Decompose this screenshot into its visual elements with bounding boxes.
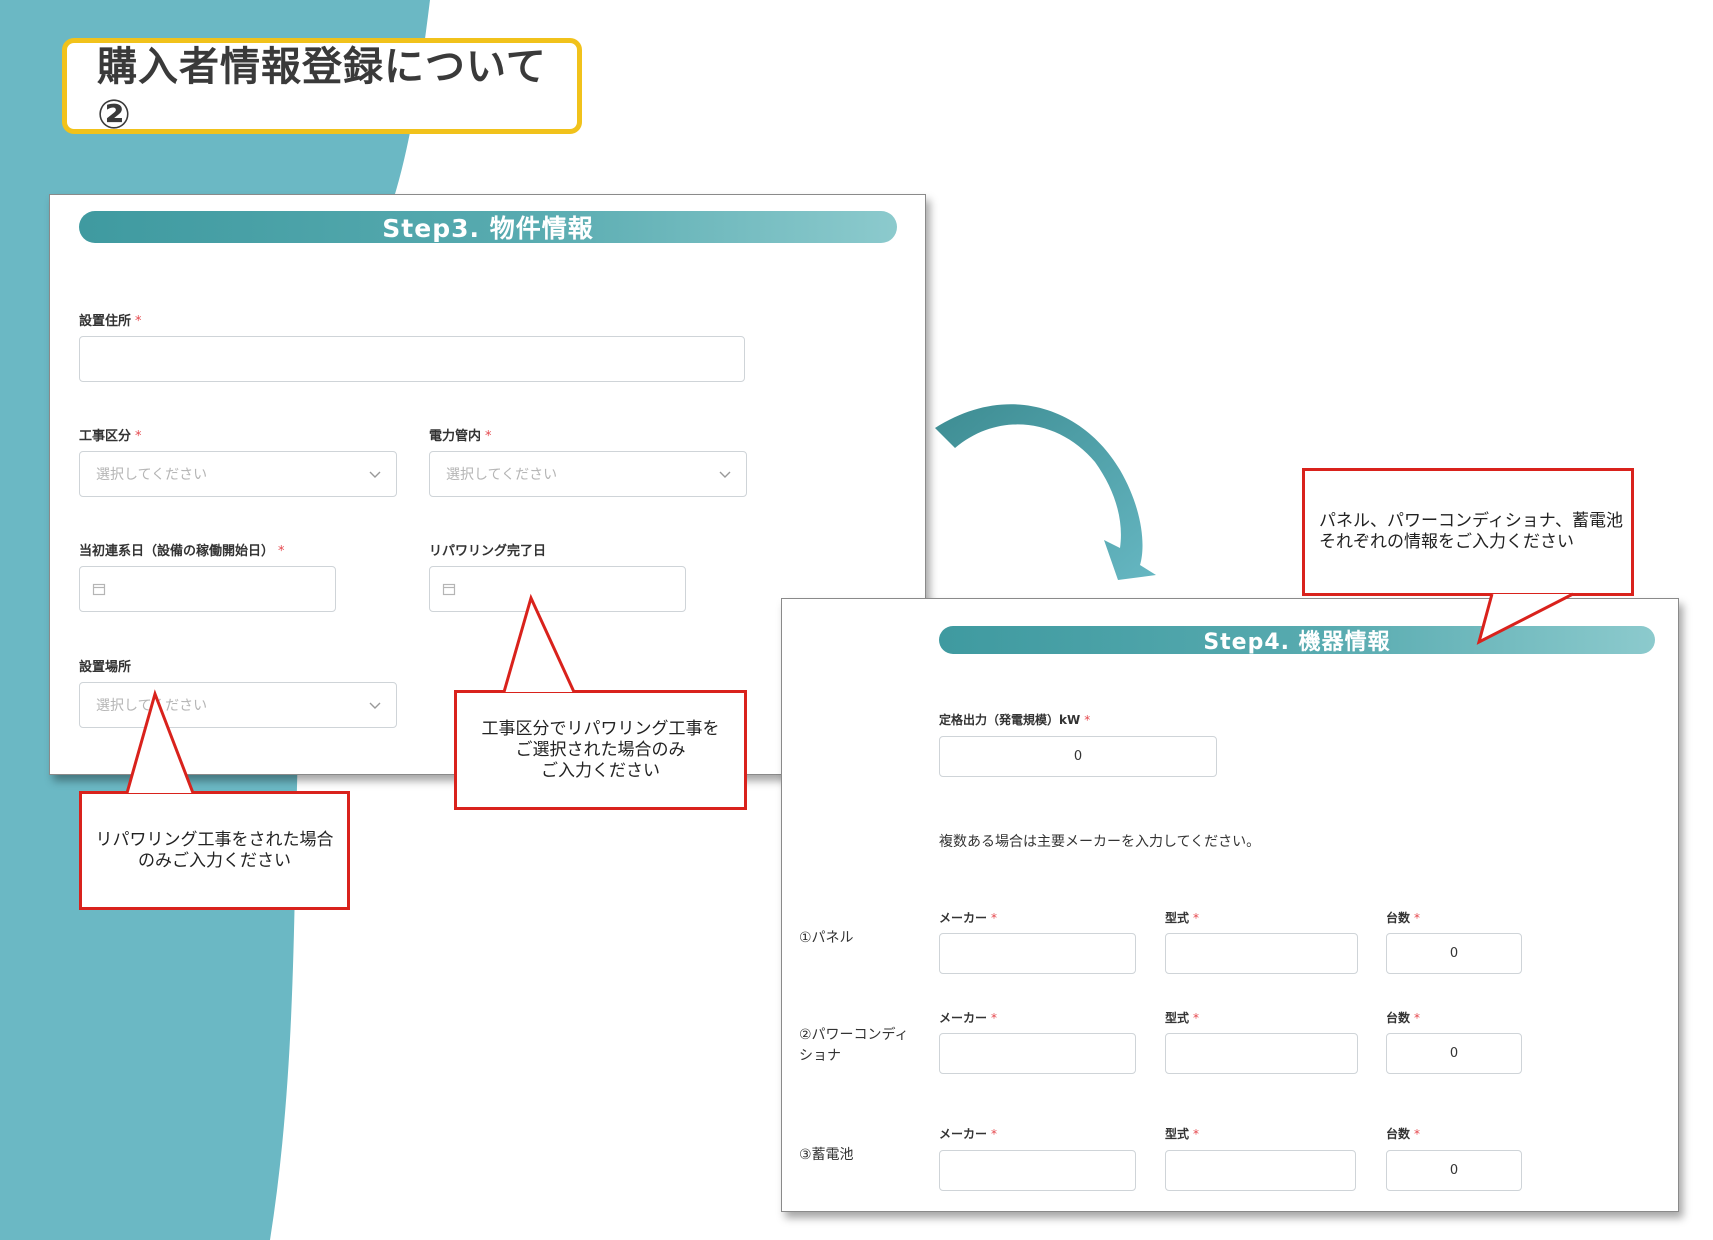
battery-count-input[interactable]: 0 bbox=[1386, 1150, 1522, 1191]
model-label: 型式 * bbox=[1165, 1125, 1199, 1142]
location-label-text: 設置場所 bbox=[79, 660, 132, 675]
count-label: 台数 * bbox=[1386, 1125, 1420, 1142]
row-label-panel: ①パネル bbox=[799, 930, 854, 946]
address-label-text: 設置住所 bbox=[79, 314, 132, 329]
row-label-battery: ③蓄電池 bbox=[799, 1147, 854, 1163]
model-label: 型式 * bbox=[1165, 909, 1199, 926]
power-area-label: 電力管内 * bbox=[429, 425, 492, 444]
maker-note: 複数ある場合は主要メーカーを入力してください。 bbox=[939, 834, 1261, 850]
address-label: 設置住所 * bbox=[79, 310, 142, 329]
repowering-date-label: リパワリング完了日 bbox=[429, 540, 546, 559]
location-callout: リパワリング工事をされた場合 のみご入力ください bbox=[79, 791, 350, 910]
rated-output-input[interactable]: 0 bbox=[939, 736, 1217, 777]
location-placeholder: 選択してください bbox=[96, 698, 208, 714]
power-conditioner-maker-input[interactable] bbox=[939, 1033, 1136, 1074]
maker-label-text: メーカー bbox=[939, 1011, 988, 1025]
step3-header: Step3. 物件情報 bbox=[79, 211, 897, 243]
required-mark: * bbox=[1414, 1127, 1421, 1141]
count-label-text: 台数 bbox=[1386, 1127, 1411, 1141]
model-label-text: 型式 bbox=[1165, 911, 1190, 925]
required-mark: * bbox=[485, 429, 492, 444]
required-mark: * bbox=[1193, 911, 1200, 925]
power-conditioner-count-input[interactable]: 0 bbox=[1386, 1033, 1522, 1074]
required-mark: * bbox=[991, 1011, 998, 1025]
repowering-date-callout: 工事区分でリパワリング工事を ご選択された場合のみ ご入力ください bbox=[454, 690, 747, 810]
chevron-down-icon bbox=[369, 471, 381, 478]
count-label: 台数 * bbox=[1386, 909, 1420, 926]
power-area-label-text: 電力管内 bbox=[429, 429, 482, 444]
required-mark: * bbox=[135, 314, 142, 329]
location-label: 設置場所 bbox=[79, 656, 131, 675]
power-area-placeholder: 選択してください bbox=[446, 467, 558, 483]
count-label: 台数 * bbox=[1386, 1009, 1420, 1026]
model-label-text: 型式 bbox=[1165, 1127, 1190, 1141]
page-title-box: 購入者情報登録について② bbox=[62, 38, 582, 138]
battery-maker-input[interactable] bbox=[939, 1150, 1136, 1191]
battery-count-value: 0 bbox=[1449, 1163, 1459, 1178]
maker-label: メーカー * bbox=[939, 1009, 997, 1026]
step3-header-text: Step3. 物件情報 bbox=[382, 214, 594, 243]
required-mark: * bbox=[1193, 1127, 1200, 1141]
required-mark: * bbox=[135, 429, 142, 444]
step4-header: Step4. 機器情報 bbox=[939, 626, 1655, 655]
power-conditioner-model-input[interactable] bbox=[1165, 1033, 1358, 1074]
initial-date-input[interactable] bbox=[79, 566, 336, 612]
equipment-callout: パネル、パワーコンディショナ、蓄電池 それぞれの情報をご入力ください bbox=[1302, 468, 1634, 596]
model-label: 型式 * bbox=[1165, 1009, 1199, 1026]
rated-output-value: 0 bbox=[1073, 749, 1083, 764]
location-select[interactable]: 選択してください bbox=[79, 682, 397, 728]
repowering-date-input[interactable] bbox=[429, 566, 686, 612]
panel-count-value: 0 bbox=[1449, 946, 1459, 961]
row-label-power-conditioner: ②パワーコンディショナ bbox=[799, 1027, 909, 1064]
address-input[interactable] bbox=[79, 336, 745, 382]
work-type-label: 工事区分 * bbox=[79, 425, 142, 444]
calendar-icon bbox=[92, 583, 106, 596]
repowering-date-callout-text: 工事区分でリパワリング工事を ご選択された場合のみ ご入力ください bbox=[481, 718, 720, 781]
required-mark: * bbox=[991, 911, 998, 925]
required-mark: * bbox=[1414, 1011, 1421, 1025]
rated-output-label: 定格出力（発電規模）kW * bbox=[939, 711, 1090, 728]
work-type-select[interactable]: 選択してください bbox=[79, 451, 397, 497]
page-title: 購入者情報登録について② bbox=[97, 44, 547, 138]
required-mark: * bbox=[991, 1127, 998, 1141]
initial-date-label: 当初連系日（設備の稼働開始日） * bbox=[79, 540, 285, 559]
maker-label-text: メーカー bbox=[939, 911, 988, 925]
required-mark: * bbox=[278, 544, 285, 559]
rated-output-label-text: 定格出力（発電規模）kW bbox=[939, 713, 1081, 727]
panel-maker-input[interactable] bbox=[939, 933, 1136, 974]
panel-count-input[interactable]: 0 bbox=[1386, 933, 1522, 974]
chevron-down-icon bbox=[369, 702, 381, 709]
count-label-text: 台数 bbox=[1386, 1011, 1411, 1025]
chevron-down-icon bbox=[719, 471, 731, 478]
required-mark: * bbox=[1193, 1011, 1200, 1025]
model-label-text: 型式 bbox=[1165, 1011, 1190, 1025]
power-area-select[interactable]: 選択してください bbox=[429, 451, 747, 497]
count-label-text: 台数 bbox=[1386, 911, 1411, 925]
required-mark: * bbox=[1414, 911, 1421, 925]
maker-label: メーカー * bbox=[939, 1125, 997, 1142]
required-mark: * bbox=[1084, 713, 1091, 727]
location-callout-text: リパワリング工事をされた場合 のみご入力ください bbox=[95, 829, 334, 871]
work-type-label-text: 工事区分 bbox=[79, 429, 132, 444]
repowering-date-label-text: リパワリング完了日 bbox=[429, 544, 547, 559]
maker-label: メーカー * bbox=[939, 909, 997, 926]
calendar-icon bbox=[442, 583, 456, 596]
maker-label-text: メーカー bbox=[939, 1127, 988, 1141]
panel-model-input[interactable] bbox=[1165, 933, 1358, 974]
initial-date-label-text: 当初連系日（設備の稼働開始日） bbox=[79, 544, 275, 559]
step4-header-text: Step4. 機器情報 bbox=[1203, 630, 1391, 655]
work-type-placeholder: 選択してください bbox=[96, 467, 208, 483]
equipment-callout-text: パネル、パワーコンディショナ、蓄電池 それぞれの情報をご入力ください bbox=[1319, 511, 1623, 552]
battery-model-input[interactable] bbox=[1165, 1150, 1356, 1191]
step4-panel: Step4. 機器情報 定格出力（発電規模）kW * 0 複数ある場合は主要メーカ… bbox=[781, 598, 1679, 1212]
power-conditioner-count-value: 0 bbox=[1449, 1046, 1459, 1061]
